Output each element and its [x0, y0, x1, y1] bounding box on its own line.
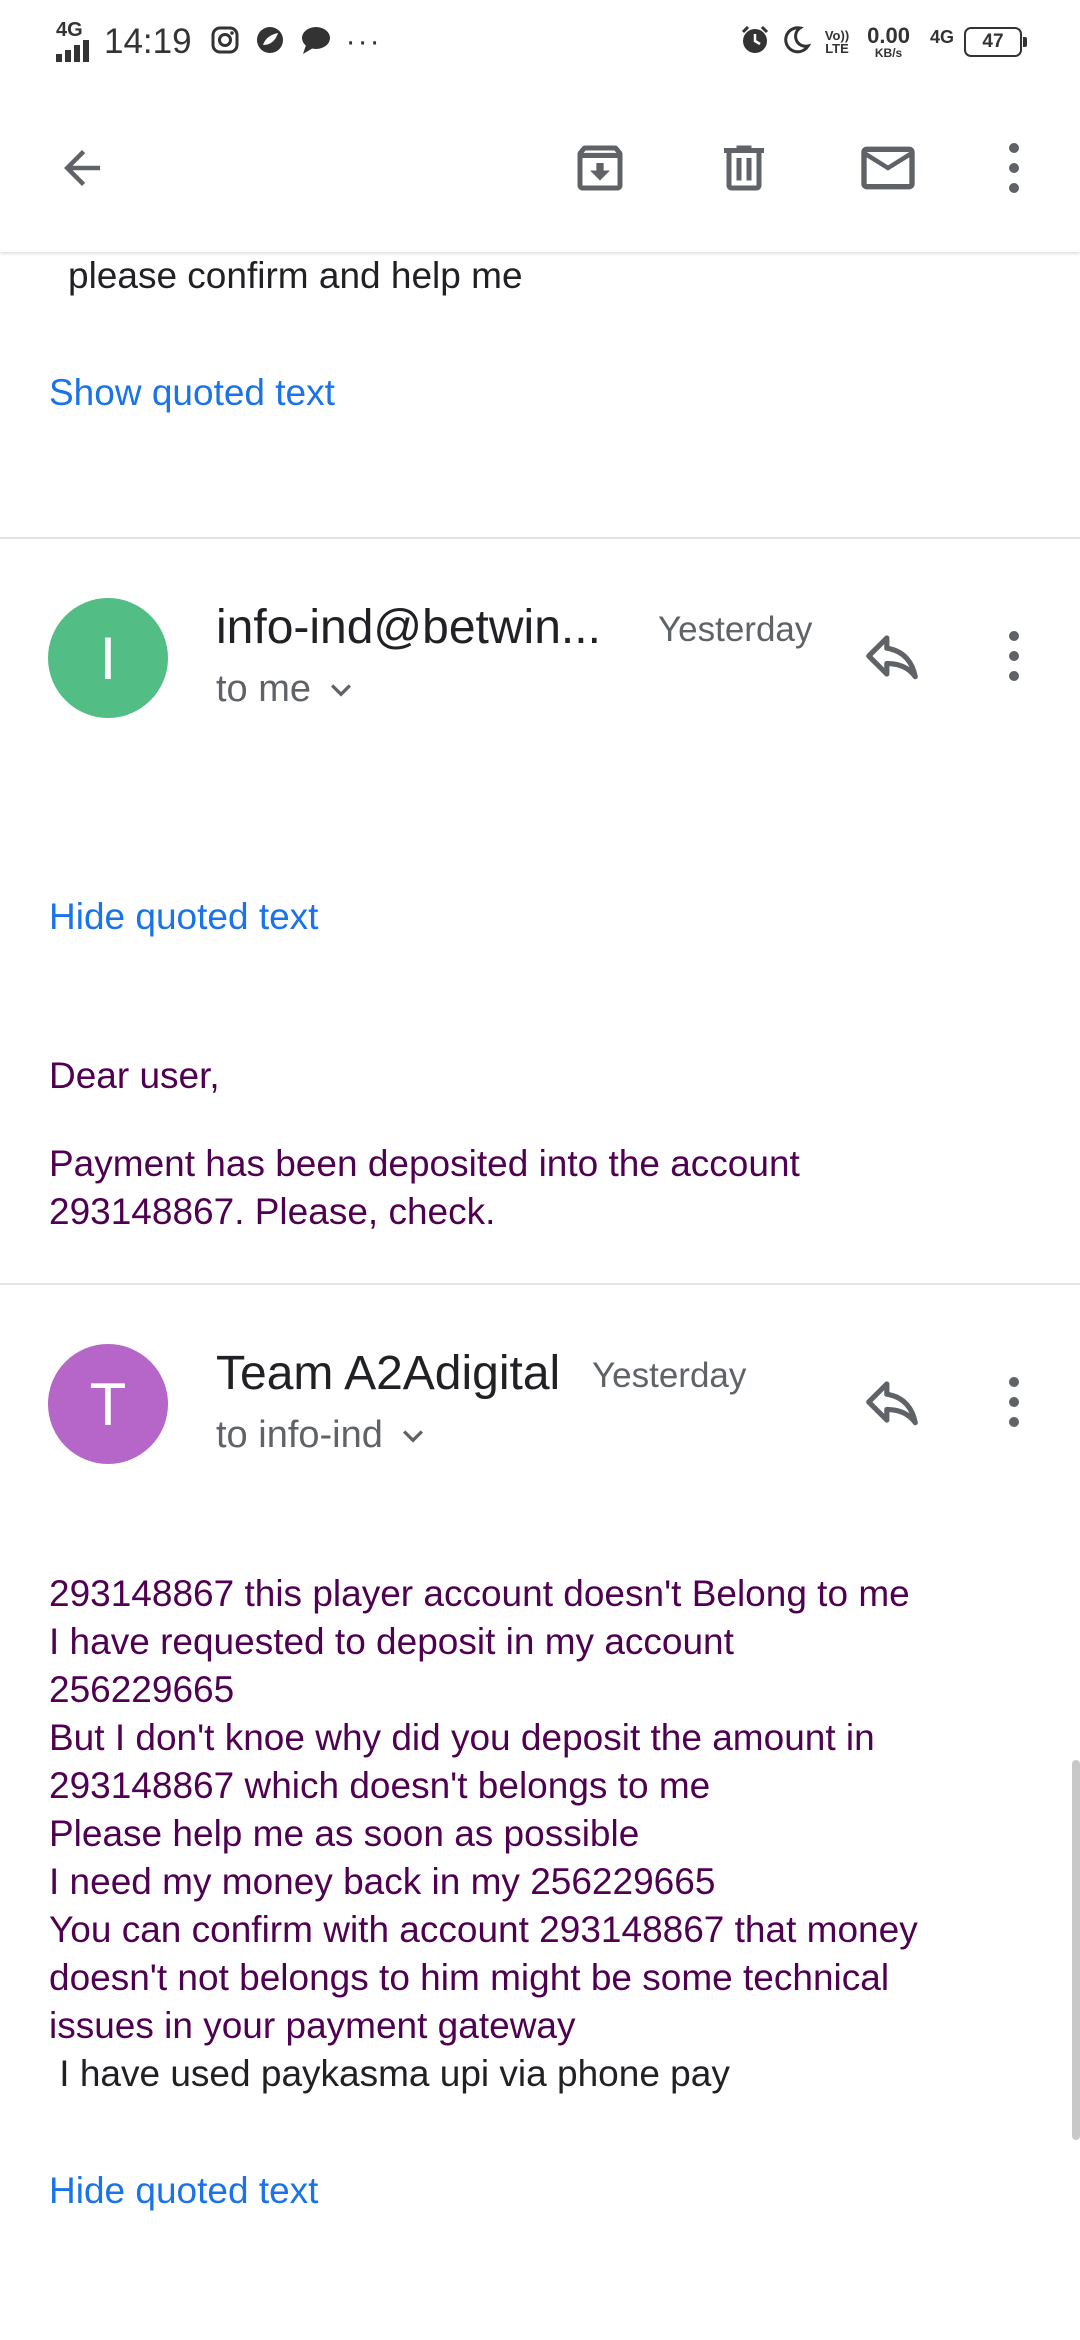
- message-body-line: Please help me as soon as possible: [49, 1813, 640, 1854]
- message-body-line: 256229665: [49, 1669, 235, 1710]
- mark-unread-button[interactable]: [848, 128, 928, 208]
- message-divider: [0, 537, 1080, 539]
- network-type: 4G: [929, 26, 954, 47]
- volte-indicator: Vo)) LTE: [825, 29, 849, 55]
- signal-label: 4G: [56, 19, 83, 41]
- status-bar-left: 4G 14:19 ···: [56, 18, 382, 66]
- message-body-line: issues in your payment gateway: [49, 2005, 576, 2046]
- reply-button[interactable]: [852, 1362, 932, 1442]
- message-date: Yesterday: [658, 610, 813, 649]
- message-header[interactable]: T Team A2Adigital Yesterday to info-ind: [0, 1344, 1080, 1504]
- status-bar-right: Vo)) LTE 0.00 KB/s 4G 47: [739, 18, 1027, 66]
- more-vert-icon: [1009, 631, 1019, 681]
- more-notifications-indicator: ···: [345, 25, 382, 58]
- chat-bubble-icon: [300, 25, 332, 60]
- recipient-details-toggle[interactable]: to me: [216, 668, 361, 711]
- hide-quoted-text-link[interactable]: Hide quoted text: [49, 2170, 318, 2212]
- status-bar: 4G 14:19 ··· Vo)) LTE 0.00 KB/s 4G 47: [0, 0, 1080, 84]
- sender-name: Team A2Adigital: [216, 1347, 561, 1400]
- message-body-line: Dear user,: [49, 1055, 220, 1096]
- message-date: Yesterday: [592, 1356, 747, 1395]
- message-more-button[interactable]: [990, 1362, 1038, 1442]
- speed-value: 0.00: [867, 23, 910, 48]
- do-not-disturb-moon-icon: [781, 25, 812, 60]
- email-thread-screen: 4G 14:19 ··· Vo)) LTE 0.00 KB/s 4G 47 pl…: [0, 0, 1080, 2340]
- battery-level: 47: [982, 31, 1004, 52]
- reply-icon: [866, 1381, 918, 1426]
- delete-icon: [724, 145, 764, 191]
- recipient-details-toggle[interactable]: to info-ind: [216, 1414, 433, 1457]
- message-body-line: doesn't not belongs to him might be some…: [49, 1957, 890, 1998]
- clock: 14:19: [104, 22, 192, 61]
- message-body-line: I have used paykasma upi via phone pay: [49, 2053, 730, 2094]
- recipient-label: to me: [216, 668, 312, 710]
- battery-icon: 47: [964, 27, 1027, 57]
- hide-quoted-text-link[interactable]: Hide quoted text: [49, 896, 318, 938]
- previous-message-last-line: please confirm and help me: [68, 255, 523, 296]
- more-vert-icon: [1009, 143, 1019, 193]
- message-body-line: 293148867 which doesn't belongs to me: [49, 1765, 711, 1806]
- message-body-line: I have requested to deposit in my accoun…: [49, 1621, 734, 1662]
- message-body-line: 293148867 this player account doesn't Be…: [49, 1573, 910, 1614]
- back-button[interactable]: [42, 128, 122, 208]
- avatar[interactable]: T: [48, 1344, 168, 1464]
- message-divider: [0, 1283, 1080, 1285]
- volte-bottom-label: LTE: [825, 41, 849, 56]
- avatar-letter: I: [99, 624, 117, 692]
- message-body-line: You can confirm with account 293148867 t…: [49, 1909, 918, 1950]
- message-body-line: 293148867. Please, check.: [49, 1191, 496, 1232]
- chevron-down-icon: [331, 683, 352, 697]
- app-notification-icon: [254, 24, 286, 61]
- recipient-label: to info-ind: [216, 1414, 383, 1456]
- show-quoted-text-link[interactable]: Show quoted text: [49, 372, 335, 414]
- signal-strength: 4G: [56, 19, 94, 62]
- scrollbar[interactable]: [1072, 1760, 1080, 2140]
- more-options-button[interactable]: [974, 128, 1054, 208]
- alarm-icon: [739, 24, 771, 61]
- reply-icon: [866, 635, 918, 680]
- mark-unread-icon: [861, 146, 915, 190]
- message-body-line: I need my money back in my 256229665: [49, 1861, 716, 1902]
- message-toolbar: [0, 84, 1080, 252]
- message-header[interactable]: I info-ind@betwin... Yesterday to me: [0, 598, 1080, 758]
- delete-button[interactable]: [704, 128, 784, 208]
- message-more-button[interactable]: [990, 616, 1038, 696]
- more-vert-icon: [1009, 1377, 1019, 1427]
- sender-name: info-ind@betwin...: [216, 601, 601, 654]
- speed-unit: KB/s: [874, 46, 903, 60]
- message-body-line: Payment has been deposited into the acco…: [49, 1143, 800, 1184]
- reply-button[interactable]: [852, 616, 932, 696]
- signal-bars-icon: [56, 40, 89, 62]
- archive-button[interactable]: [560, 128, 640, 208]
- avatar[interactable]: I: [48, 598, 168, 718]
- archive-icon: [577, 145, 623, 191]
- avatar-letter: T: [89, 1370, 127, 1438]
- instagram-icon: [210, 25, 240, 60]
- back-arrow-icon: [64, 150, 100, 186]
- network-speed: 0.00 KB/s: [867, 23, 910, 60]
- chevron-down-icon: [402, 1429, 423, 1443]
- message-body-line: But I don't knoe why did you deposit the…: [49, 1717, 875, 1758]
